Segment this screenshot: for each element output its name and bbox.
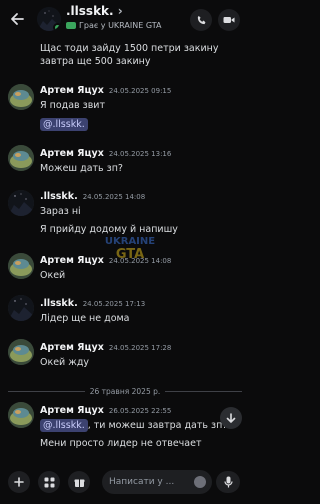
message-author[interactable]: Артем Яцух 24.05.2025 14:08 [40, 255, 171, 266]
message-text: @.llsskk., ти можеш завтра дать зп? [40, 419, 227, 432]
avatar-llsskk[interactable] [8, 190, 34, 216]
message-timestamp: 24.05.2025 14:08 [108, 257, 172, 265]
page-title[interactable]: .llsskk. › [66, 4, 123, 18]
message-list[interactable]: Щас тоди зайду 1500 петри закину завтра … [0, 38, 250, 460]
message-timestamp: 24.05.2025 13:16 [108, 150, 172, 158]
date-divider: 26 травня 2025 р. [8, 385, 242, 397]
message-author[interactable]: Артем Яцух 24.05.2025 13:16 [40, 148, 171, 159]
message-text: Мени просто лидер не отвечает [40, 438, 202, 449]
video-call-button[interactable] [218, 9, 240, 31]
activity-status: Грає у UKRAINE GTA [66, 21, 161, 30]
gift-icon [74, 479, 84, 487]
svg-text:UKRAINE: UKRAINE [105, 236, 155, 247]
message-timestamp: 26.05.2025 22:55 [108, 407, 172, 415]
emoji-icon[interactable] [194, 476, 206, 488]
message-timestamp: 24.05.2025 09:15 [108, 87, 172, 95]
message-author[interactable]: .llsskk. 24.05.2025 17:13 [40, 298, 145, 309]
message-timestamp: 24.05.2025 14:08 [82, 193, 146, 201]
voice-call-button[interactable] [190, 9, 212, 31]
jump-to-bottom-button[interactable] [220, 407, 242, 429]
user-mention[interactable]: @.llsskk. [40, 118, 88, 131]
avatar-artem[interactable] [8, 145, 34, 171]
message-text: Щас тоди зайду 1500 петри закину завтра … [40, 43, 219, 67]
chat-header: .llsskk. › Грає у UKRAINE GTA [0, 0, 250, 38]
message-text: Зараз ні [40, 206, 81, 217]
message-text: Окей жду [40, 357, 90, 368]
avatar-artem[interactable] [8, 339, 34, 365]
message-text: Окей [40, 270, 66, 281]
mic-icon [223, 476, 233, 488]
user-avatar[interactable] [37, 7, 61, 31]
message-author[interactable]: Артем Яцух 26.05.2025 22:55 [40, 405, 171, 416]
voice-message-button[interactable] [216, 471, 240, 493]
message-author[interactable]: Артем Яцух 24.05.2025 09:15 [40, 85, 171, 96]
avatar-artem[interactable] [8, 84, 34, 110]
message-text: Можеш дать зп? [40, 163, 123, 174]
chevron-down-icon [226, 413, 236, 423]
message-text: Лідер ще не дома [40, 313, 130, 324]
message-timestamp: 24.05.2025 17:13 [82, 300, 146, 308]
video-icon [223, 17, 235, 23]
back-arrow-icon[interactable] [8, 10, 26, 28]
message-input[interactable]: Написати у ... [102, 470, 212, 494]
message-text: Я подав звит [40, 100, 106, 111]
plus-icon [14, 477, 24, 487]
message-author[interactable]: Артем Яцух 24.05.2025 17:28 [40, 342, 171, 353]
avatar-llsskk[interactable] [8, 295, 34, 321]
avatar-artem[interactable] [8, 402, 34, 428]
apps-button[interactable] [38, 471, 60, 493]
apps-icon [44, 477, 54, 487]
message-composer-bar: Написати у ... [0, 460, 250, 504]
game-controller-icon [66, 22, 76, 29]
message-timestamp: 24.05.2025 17:28 [108, 344, 172, 352]
phone-icon [197, 15, 205, 24]
gift-button[interactable] [68, 471, 90, 493]
attach-button[interactable] [8, 471, 30, 493]
user-mention[interactable]: @.llsskk. [40, 419, 88, 432]
message-author[interactable]: .llsskk. 24.05.2025 14:08 [40, 191, 145, 202]
online-status-dot [53, 23, 61, 31]
avatar-artem[interactable] [8, 253, 34, 279]
message-text: @.llsskk. [40, 118, 88, 131]
